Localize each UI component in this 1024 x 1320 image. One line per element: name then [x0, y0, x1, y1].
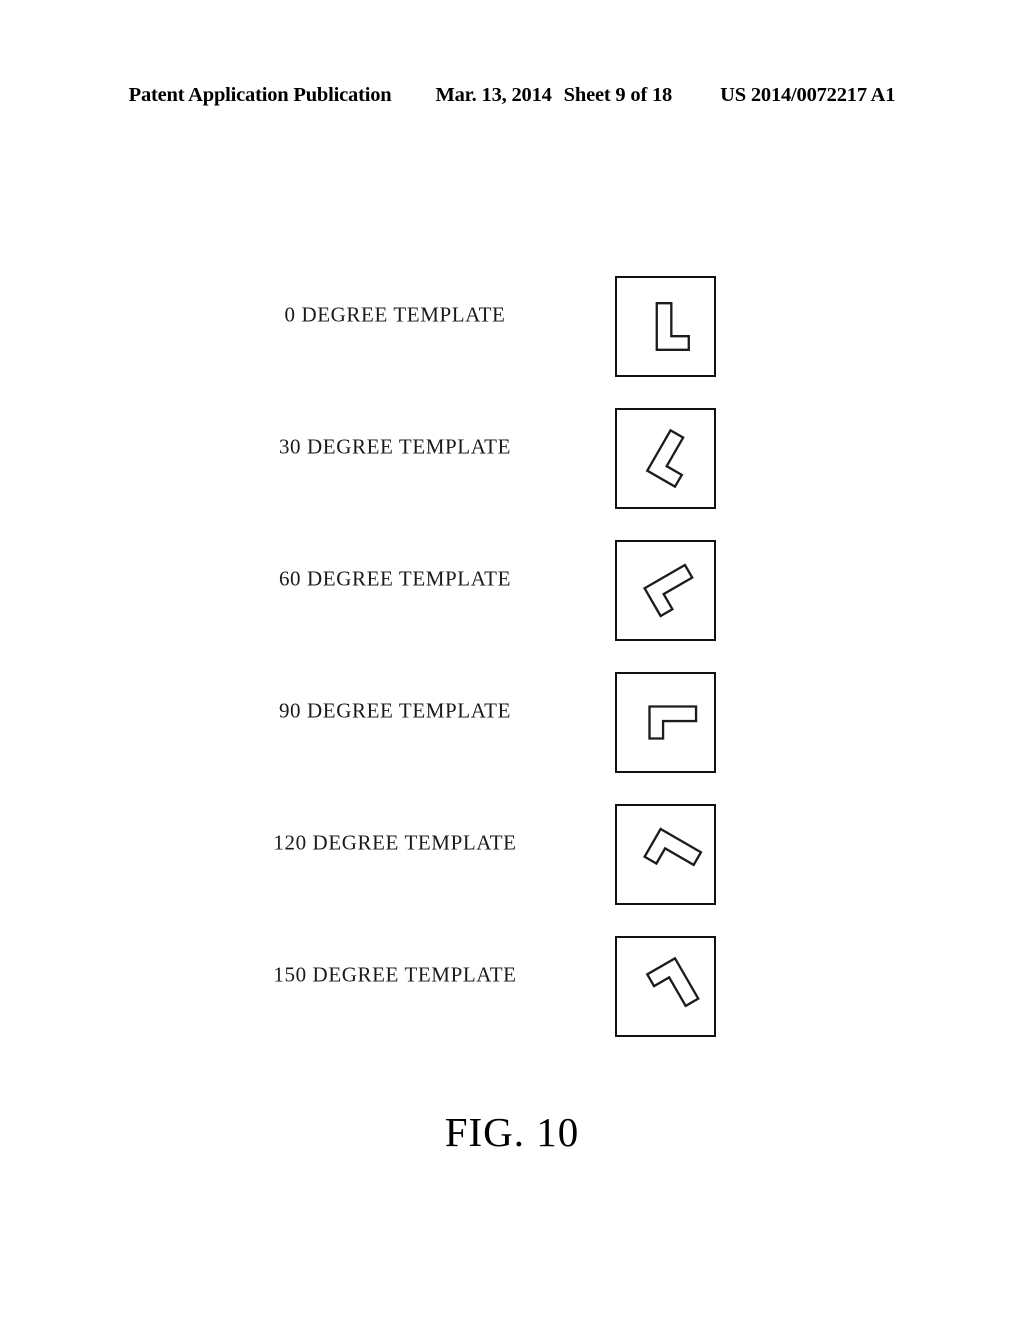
header-sheet-label: Sheet 9 of 18: [563, 84, 673, 106]
template-row: 120 DEGREE TEMPLATE: [0, 793, 1024, 905]
l-shape-template: [645, 956, 700, 1008]
template-shape-canvas: [643, 827, 703, 867]
template-row-label: 120 DEGREE TEMPLATE: [273, 830, 517, 855]
sheet-header: Patent Application Publication Mar. 13, …: [0, 84, 1024, 107]
template-box: [615, 672, 716, 773]
template-box: [615, 276, 716, 377]
template-row-label: 60 DEGREE TEMPLATE: [278, 566, 512, 591]
template-row: 150 DEGREE TEMPLATE: [0, 925, 1024, 1037]
template-row: 90 DEGREE TEMPLATE: [0, 661, 1024, 773]
l-shape-template: [645, 428, 685, 489]
template-row-label: 30 DEGREE TEMPLATE: [278, 434, 512, 459]
figure-template-list: 0 DEGREE TEMPLATE 30 DEGREE TEMPLATE 60 DE…: [0, 265, 1024, 1057]
l-shape-template: [655, 302, 690, 351]
template-box: [615, 408, 716, 509]
header-publication-label: Patent Application Publication: [128, 84, 392, 106]
template-shape-canvas: [645, 428, 685, 489]
template-box: [615, 936, 716, 1037]
l-shape-template: [643, 563, 694, 618]
figure-caption: FIG. 10: [444, 1109, 580, 1155]
l-shape-template: [643, 827, 703, 867]
template-row: 60 DEGREE TEMPLATE: [0, 529, 1024, 641]
template-row-label: 0 DEGREE TEMPLATE: [284, 302, 506, 327]
template-shape-canvas: [645, 956, 700, 1008]
template-row: 0 DEGREE TEMPLATE: [0, 265, 1024, 377]
template-shape-canvas: [648, 705, 698, 740]
template-box: [615, 540, 716, 641]
template-row: 30 DEGREE TEMPLATE: [0, 397, 1024, 509]
template-row-label: 90 DEGREE TEMPLATE: [278, 698, 512, 723]
header-publication-number: US 2014/0072217 A1: [720, 84, 896, 106]
template-shape-canvas: [643, 563, 694, 618]
header-date-label: Mar. 13, 2014: [435, 84, 552, 106]
template-row-label: 150 DEGREE TEMPLATE: [273, 962, 517, 987]
template-box: [615, 804, 716, 905]
l-shape-template: [648, 705, 698, 740]
template-shape-canvas: [655, 302, 690, 351]
